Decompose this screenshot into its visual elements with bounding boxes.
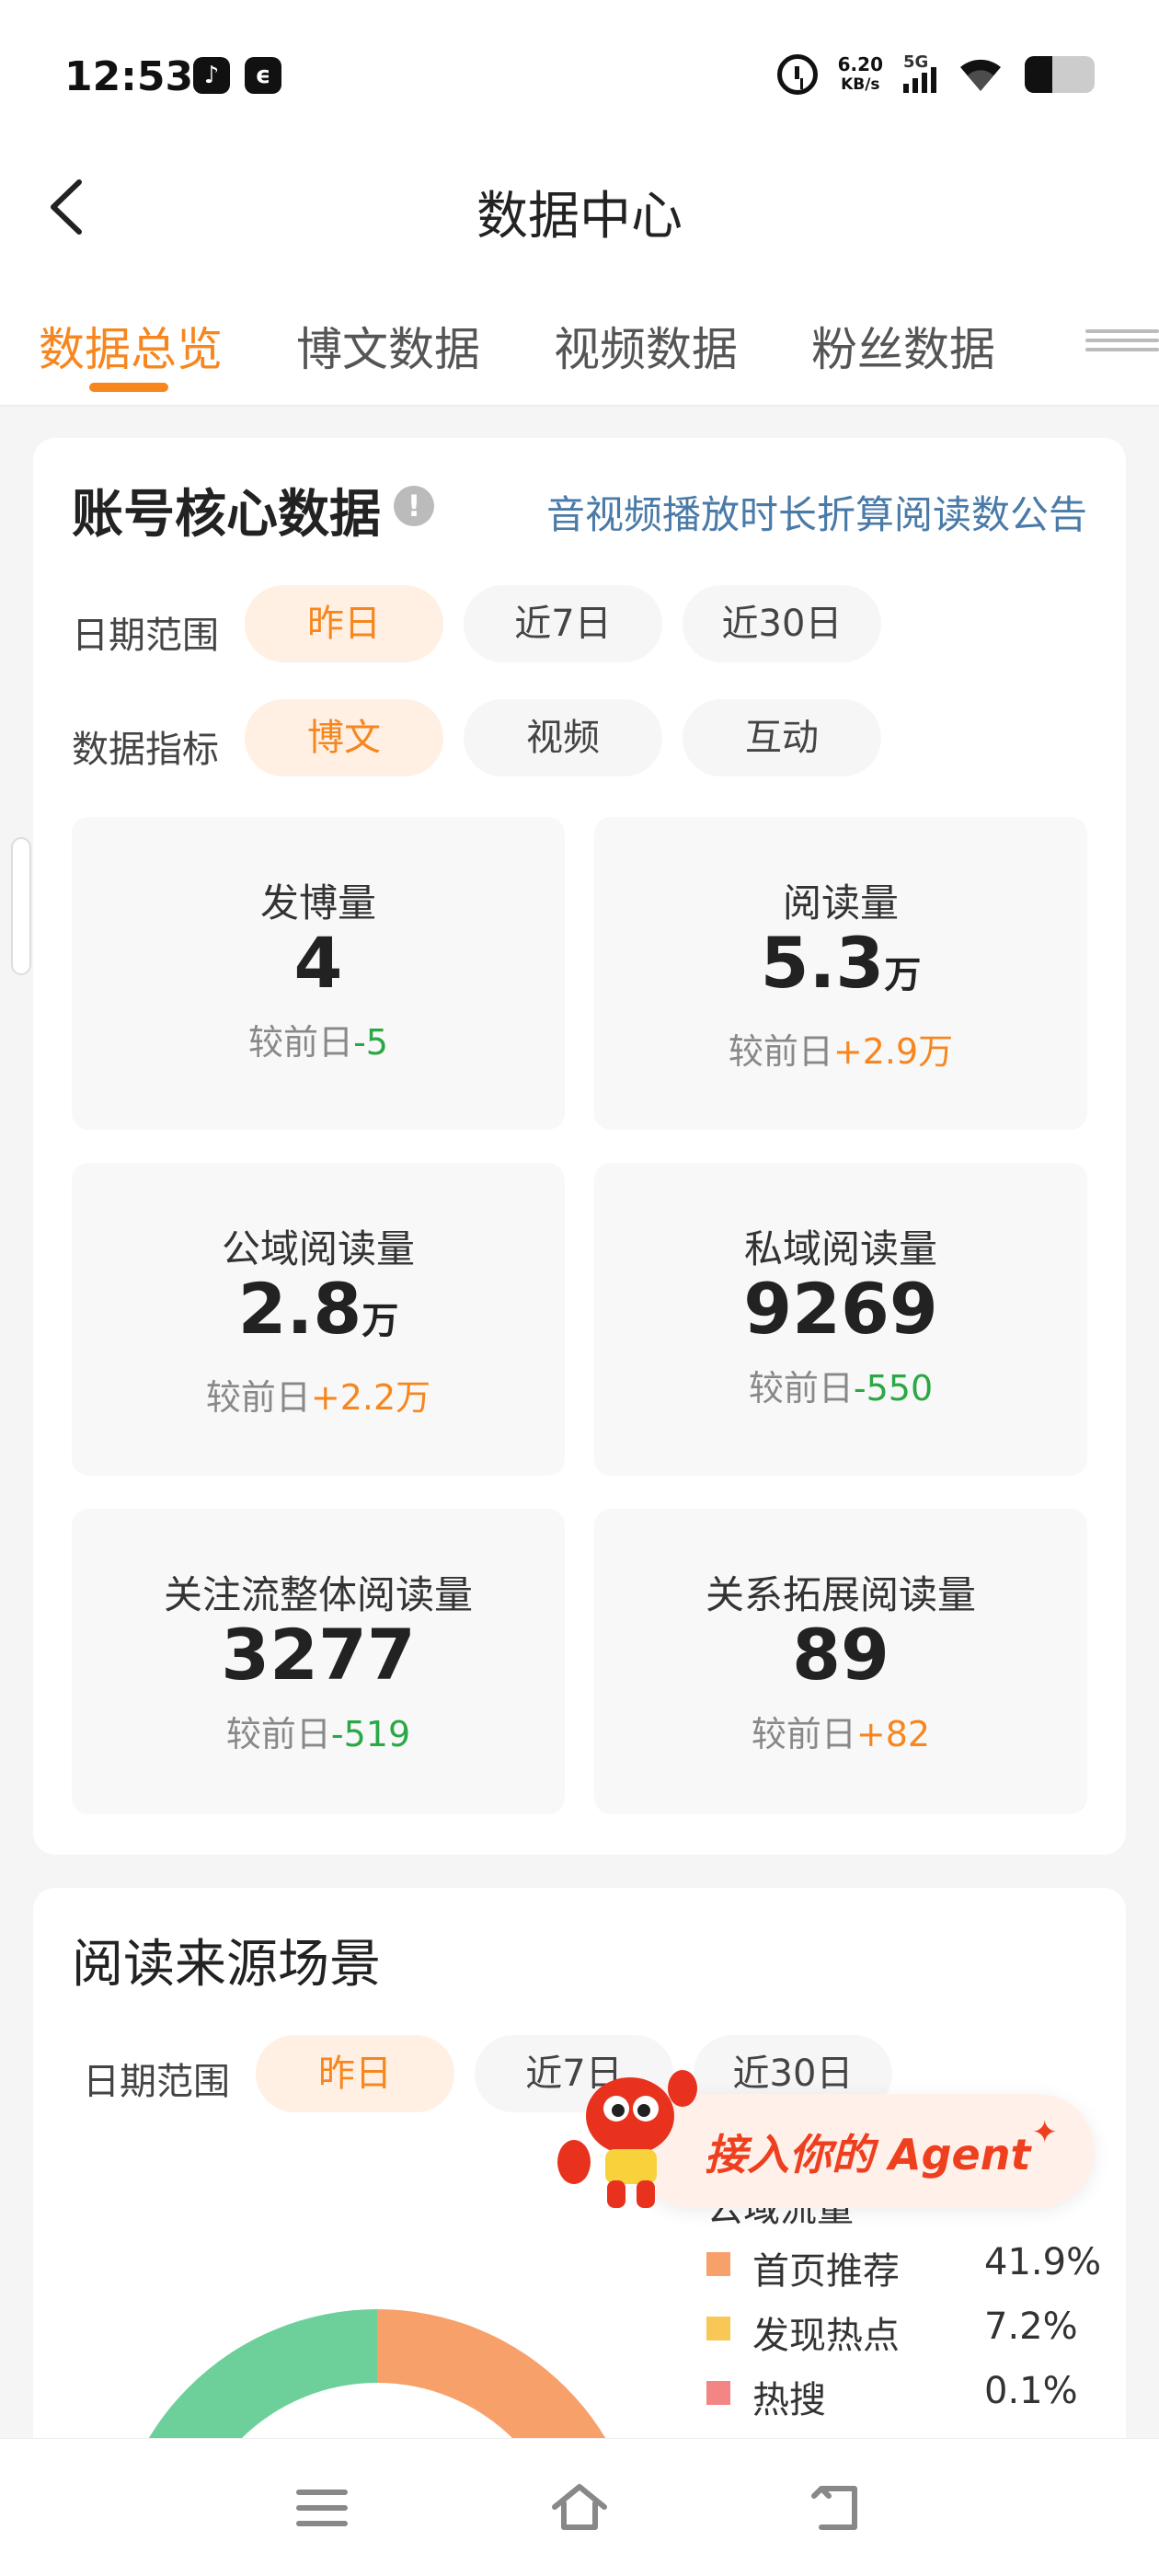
alarm-icon	[776, 54, 818, 95]
metric-compare: 较前日+82	[751, 1714, 931, 1754]
signal-icon: 5G	[903, 52, 936, 93]
metric-label: 公域阅读量	[221, 1226, 415, 1271]
system-nav-bar	[0, 2438, 1159, 2576]
status-bar: 12:53 ♪ ϵ 6.20 KB/s 5G	[0, 0, 1159, 147]
menu-icon	[296, 2490, 348, 2526]
metric-value: 9269	[743, 1268, 938, 1350]
page-title: 数据中心	[476, 187, 683, 247]
source-date-yesterday[interactable]: 昨日	[256, 2035, 454, 2112]
back-nav-button[interactable]	[805, 2476, 869, 2540]
menu-button[interactable]	[290, 2476, 354, 2540]
legend-name: 热搜	[752, 2379, 826, 2421]
net-speed: 6.20 KB/s	[838, 54, 883, 95]
date-range-label: 日期范围	[72, 615, 219, 657]
date-option-yesterday[interactable]: 昨日	[245, 585, 443, 662]
metric-label: 阅读量	[782, 880, 899, 926]
metric-tile[interactable]: 公域阅读量 2.8万 较前日+2.2万	[72, 1163, 565, 1476]
metric-type-label: 数据指标	[72, 729, 219, 771]
metric-tile[interactable]: 关系拓展阅读量 89 较前日+82	[594, 1509, 1087, 1814]
home-button[interactable]	[547, 2476, 612, 2540]
metric-option-post[interactable]: 博文	[245, 699, 443, 776]
notice-link[interactable]: 音视频播放时长折算阅读数公告	[546, 484, 1087, 540]
tab-overview[interactable]: 数据总览	[39, 313, 223, 379]
tab-fan-data[interactable]: 粉丝数据	[811, 313, 995, 379]
metric-label: 关系拓展阅读量	[705, 1572, 976, 1617]
metric-compare: 较前日-5	[248, 1022, 388, 1063]
status-indicators: 6.20 KB/s 5G	[776, 52, 1095, 98]
tab-post-data[interactable]: 博文数据	[296, 313, 480, 379]
tiktok-icon: ♪	[193, 57, 230, 94]
scroll-handle[interactable]	[11, 837, 31, 975]
status-time: 12:53	[64, 53, 194, 100]
battery-icon	[1025, 56, 1095, 93]
metric-value: 3277	[221, 1614, 416, 1696]
info-icon[interactable]: !	[394, 486, 434, 526]
legend-swatch	[706, 2381, 730, 2405]
net-speed-value: 6.20	[837, 53, 883, 75]
top-bar: 数据中心	[0, 147, 1159, 267]
metric-value: 5.3万	[760, 922, 922, 1004]
metric-value: 4	[293, 922, 343, 1004]
legend-name: 首页推荐	[752, 2250, 900, 2293]
metric-tile[interactable]: 关注流整体阅读量 3277 较前日-519	[72, 1509, 565, 1814]
home-icon	[552, 2484, 607, 2530]
legend-swatch	[706, 2252, 730, 2276]
mascot-icon[interactable]	[552, 2061, 708, 2217]
metric-value: 2.8万	[237, 1268, 399, 1350]
legend-percent: 0.1%	[984, 2370, 1078, 2412]
tab-video-data[interactable]: 视频数据	[554, 313, 738, 379]
metric-label: 发博量	[259, 880, 376, 926]
core-data-card: 账号核心数据 ! 音视频播放时长折算阅读数公告 日期范围 昨日 近7日 近30日…	[33, 438, 1126, 1855]
chat-icon: ϵ	[245, 57, 281, 94]
date-option-30d[interactable]: 近30日	[683, 585, 881, 662]
metric-compare: 较前日-550	[748, 1368, 934, 1409]
metric-tile[interactable]: 发博量 4 较前日-5	[72, 817, 565, 1130]
read-source-title: 阅读来源场景	[72, 1935, 381, 1995]
metric-option-interaction[interactable]: 互动	[683, 699, 881, 776]
network-label: 5G	[903, 52, 929, 72]
metric-label: 私域阅读量	[743, 1226, 937, 1271]
battery-level	[1025, 56, 1053, 93]
sparkle-icon: ✦	[1031, 2114, 1059, 2151]
wifi-icon	[957, 56, 1004, 93]
metric-compare: 较前日-519	[225, 1714, 411, 1754]
legend-name: 发现热点	[752, 2315, 900, 2357]
metric-compare: 较前日+2.2万	[205, 1377, 431, 1418]
metric-label: 关注流整体阅读量	[163, 1572, 473, 1617]
metric-value: 89	[792, 1614, 889, 1696]
metric-tile[interactable]: 私域阅读量 9269 较前日-550	[594, 1163, 1087, 1476]
more-tabs-icon[interactable]	[1049, 324, 1159, 361]
metric-option-video[interactable]: 视频	[464, 699, 662, 776]
legend-swatch	[706, 2317, 730, 2340]
legend-percent: 7.2%	[984, 2306, 1078, 2348]
back-nav-icon	[811, 2486, 857, 2530]
tab-bar: 数据总览 博文数据 视频数据 粉丝数据	[0, 267, 1159, 407]
core-data-title: 账号核心数据	[72, 485, 381, 545]
metric-tile[interactable]: 阅读量 5.3万 较前日+2.9万	[594, 817, 1087, 1130]
tab-indicator	[89, 383, 168, 392]
net-speed-unit: KB/s	[841, 75, 880, 94]
source-date-range-label: 日期范围	[83, 2061, 230, 2103]
legend-percent: 41.9%	[984, 2241, 1102, 2283]
agent-banner-text: 接入你的 Agent	[705, 2130, 1031, 2179]
metric-compare: 较前日+2.9万	[728, 1031, 954, 1072]
date-option-7d[interactable]: 近7日	[464, 585, 662, 662]
